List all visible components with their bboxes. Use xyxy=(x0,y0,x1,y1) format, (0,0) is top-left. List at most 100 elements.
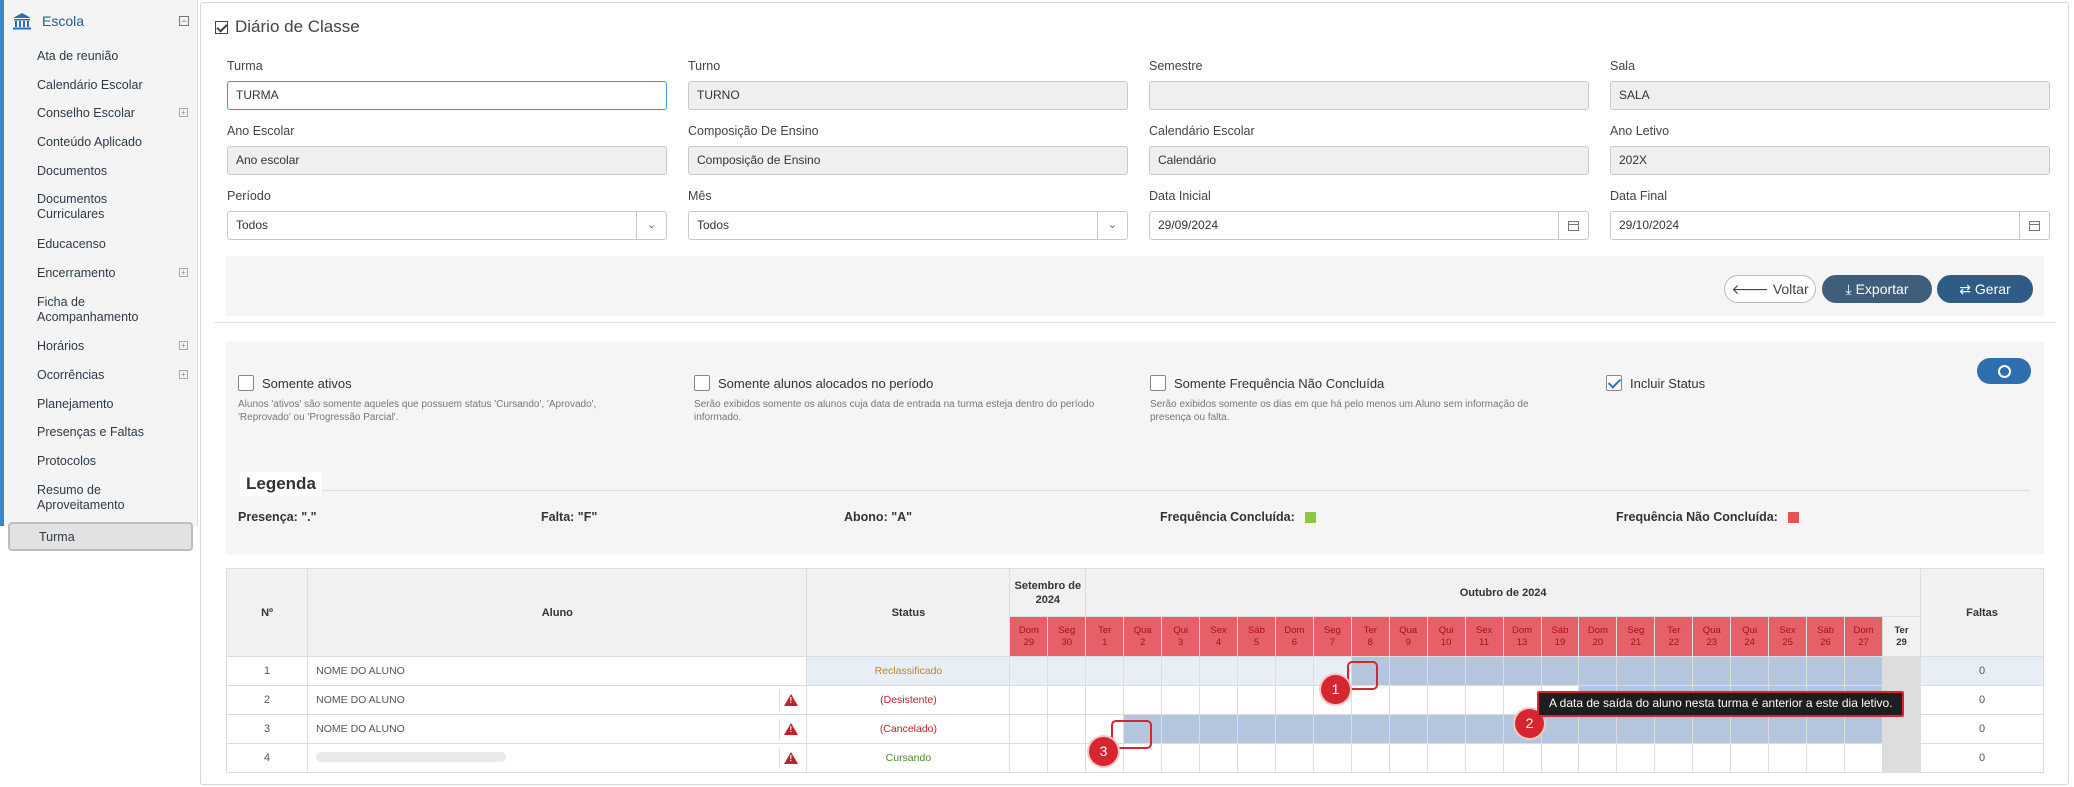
attendance-cell[interactable] xyxy=(1730,714,1770,744)
calendar-button[interactable] xyxy=(1558,212,1588,239)
sidebar-item[interactable]: Resumo de Aproveitamento xyxy=(4,475,197,520)
header-day[interactable]: Seg 30 xyxy=(1047,616,1087,657)
header-day[interactable]: Sex 25 xyxy=(1768,616,1808,657)
attendance-cell[interactable] xyxy=(1654,714,1694,744)
sidebar-item[interactable]: Horários + xyxy=(4,332,197,361)
attendance-cell[interactable] xyxy=(1730,656,1770,686)
attendance-cell[interactable] xyxy=(1464,685,1504,715)
attendance-cell[interactable] xyxy=(1009,714,1049,744)
sidebar-item[interactable]: Ata de reunião xyxy=(4,42,197,71)
expand-plus-icon[interactable]: + xyxy=(179,108,188,118)
settings-toggle-button[interactable] xyxy=(1977,358,2031,384)
attendance-cell[interactable] xyxy=(1464,743,1504,773)
attendance-cell[interactable] xyxy=(1806,743,1846,773)
attendance-cell[interactable] xyxy=(1540,656,1580,686)
calendario-input[interactable]: Calendário xyxy=(1149,146,1589,175)
attendance-cell[interactable] xyxy=(1350,714,1390,744)
attendance-cell[interactable] xyxy=(1199,743,1239,773)
attendance-cell[interactable] xyxy=(1806,714,1846,744)
header-day[interactable]: Qua 9 xyxy=(1388,616,1428,657)
attendance-cell[interactable] xyxy=(1388,714,1428,744)
semestre-input[interactable] xyxy=(1149,81,1589,110)
header-day[interactable]: Dom 6 xyxy=(1274,616,1314,657)
attendance-cell[interactable] xyxy=(1540,743,1580,773)
attendance-cell[interactable] xyxy=(1237,685,1276,715)
header-day[interactable]: Sáb 26 xyxy=(1806,616,1846,657)
attendance-cell[interactable] xyxy=(1199,656,1239,686)
header-day[interactable]: Sex 11 xyxy=(1464,616,1504,657)
attendance-cell[interactable] xyxy=(1009,743,1049,773)
warning-icon[interactable] xyxy=(784,752,799,764)
attendance-cell[interactable] xyxy=(1388,685,1428,715)
sidebar-item[interactable]: Educacenso xyxy=(4,230,197,259)
attendance-cell[interactable] xyxy=(1085,656,1125,686)
calendar-button[interactable] xyxy=(2019,212,2049,239)
attendance-cell[interactable] xyxy=(1768,656,1808,686)
attendance-cell[interactable] xyxy=(1616,714,1656,744)
attendance-cell[interactable] xyxy=(1654,656,1694,686)
attendance-cell[interactable] xyxy=(1616,743,1656,773)
attendance-cell[interactable] xyxy=(1199,714,1239,744)
chevron-down-icon[interactable]: ⌄ xyxy=(1097,212,1127,239)
attendance-cell[interactable] xyxy=(1426,743,1466,773)
attendance-cell[interactable] xyxy=(1768,743,1808,773)
attendance-cell[interactable] xyxy=(1047,714,1087,744)
attendance-cell[interactable] xyxy=(1844,743,1883,773)
attendance-cell[interactable] xyxy=(1009,656,1049,686)
attendance-cell[interactable] xyxy=(1768,714,1808,744)
attendance-cell[interactable] xyxy=(1237,743,1276,773)
sidebar-item[interactable]: Calendário Escolar xyxy=(4,71,197,100)
composicao-input[interactable]: Composição de Ensino xyxy=(688,146,1128,175)
attendance-cell[interactable] xyxy=(1844,714,1883,744)
attendance-cell[interactable] xyxy=(1654,743,1694,773)
sidebar-item[interactable]: Ocorrências + xyxy=(4,361,197,390)
attendance-cell[interactable] xyxy=(1502,656,1542,686)
table-row[interactable]: 1 NOME DO ALUNO Reclassificado 0 xyxy=(226,656,2044,686)
attendance-cell[interactable] xyxy=(1274,714,1314,744)
attendance-cell[interactable] xyxy=(1806,656,1846,686)
attendance-cell[interactable] xyxy=(1578,743,1618,773)
sidebar-header[interactable]: Escola − xyxy=(4,0,197,42)
turma-input[interactable]: TURMA xyxy=(227,81,667,110)
sidebar-item[interactable]: Presenças e Faltas xyxy=(4,418,197,447)
sidebar-item[interactable]: Documentos xyxy=(4,156,197,185)
attendance-cell[interactable] xyxy=(1274,743,1314,773)
header-day[interactable]: Qua 23 xyxy=(1692,616,1732,657)
sidebar-item[interactable]: Protocolos xyxy=(4,447,197,476)
sidebar-item[interactable]: Planejamento xyxy=(4,389,197,418)
attendance-cell[interactable] xyxy=(1161,714,1201,744)
header-day[interactable]: Dom 20 xyxy=(1578,616,1618,657)
attendance-cell[interactable] xyxy=(1578,656,1618,686)
header-day[interactable]: Qui 3 xyxy=(1161,616,1201,657)
attendance-cell[interactable] xyxy=(1047,656,1087,686)
attendance-cell[interactable] xyxy=(1616,656,1656,686)
filter-frequencia-nao-concluida[interactable]: Somente Frequência Não Concluída Serão ex… xyxy=(1150,374,1590,424)
attendance-cell[interactable] xyxy=(1426,685,1466,715)
header-day[interactable]: Ter 8 xyxy=(1350,616,1390,657)
attendance-cell[interactable] xyxy=(1047,685,1087,715)
attendance-cell[interactable] xyxy=(1502,743,1542,773)
sidebar-item[interactable]: Encerramento + xyxy=(4,259,197,288)
filter-alocados-periodo[interactable]: Somente alunos alocados no período Serão … xyxy=(694,374,1134,424)
exportar-button[interactable]: ⤓ Exportar xyxy=(1822,275,1932,303)
checkbox[interactable] xyxy=(238,375,254,391)
sidebar-item[interactable]: Conteúdo Aplicado xyxy=(4,128,197,157)
sidebar-item[interactable]: Ficha de Acompanhamento xyxy=(4,287,197,332)
header-day[interactable]: Dom 27 xyxy=(1844,616,1883,657)
attendance-cell[interactable] xyxy=(1312,743,1352,773)
mes-select[interactable]: Todos ⌄ xyxy=(688,211,1128,240)
attendance-cell[interactable] xyxy=(1312,714,1352,744)
attendance-cell[interactable] xyxy=(1426,656,1466,686)
sidebar-item[interactable]: Conselho Escolar + xyxy=(4,99,197,128)
data-final-input[interactable]: 29/10/2024 xyxy=(1610,211,2050,240)
attendance-cell[interactable] xyxy=(1350,743,1390,773)
attendance-cell[interactable] xyxy=(1578,714,1618,744)
attendance-cell[interactable] xyxy=(1274,685,1314,715)
turno-input[interactable]: TURNO xyxy=(688,81,1128,110)
header-day[interactable]: Dom 13 xyxy=(1502,616,1542,657)
header-day[interactable]: Ter 22 xyxy=(1654,616,1694,657)
gerar-button[interactable]: ⇄ Gerar xyxy=(1937,275,2033,303)
attendance-cell[interactable] xyxy=(1161,656,1201,686)
header-day[interactable]: Dom 29 xyxy=(1009,616,1049,657)
ano-letivo-input[interactable]: 202X xyxy=(1610,146,2050,175)
